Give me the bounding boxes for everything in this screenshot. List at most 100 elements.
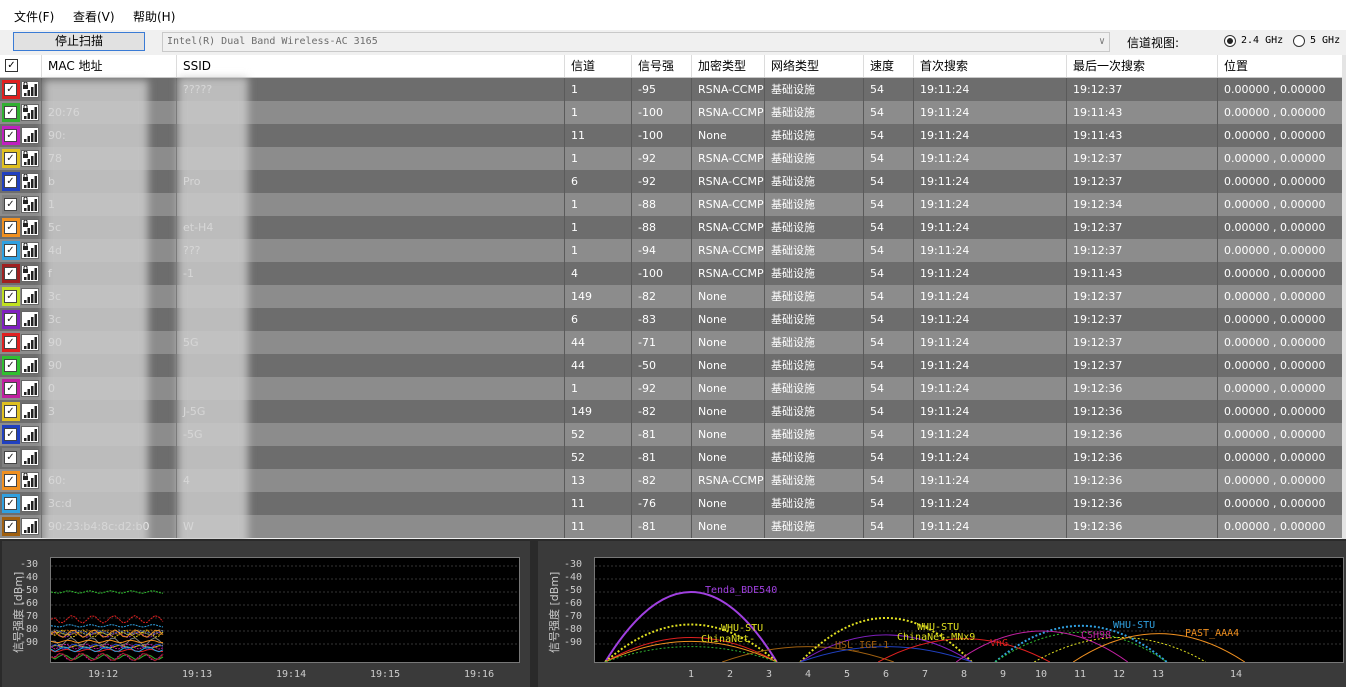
col-first-seen[interactable]: 首次搜索 — [913, 55, 1066, 77]
cell-channel: 13 — [564, 469, 631, 492]
cell-channel: 1 — [564, 216, 631, 239]
cell-pos: 0.00000 , 0.00000 — [1217, 262, 1342, 285]
cell-pos: 0.00000 , 0.00000 — [1217, 78, 1342, 101]
cell-signal: -50 — [631, 354, 691, 377]
adapter-select[interactable]: Intel(R) Dual Band Wireless-AC 3165 ∨ — [162, 32, 1110, 52]
cell-first: 19:11:24 — [913, 262, 1066, 285]
cell-type: 基础设施 — [764, 216, 863, 239]
cell-last: 19:12:37 — [1066, 285, 1217, 308]
row-color-checkbox[interactable]: ✓ — [2, 517, 20, 536]
row-color-checkbox[interactable]: ✓ — [2, 241, 20, 260]
select-all-checkbox[interactable]: ✓ — [5, 59, 18, 72]
cell-last: 19:11:43 — [1066, 101, 1217, 124]
checkmark-icon: ✓ — [4, 382, 17, 395]
menu-file[interactable]: 文件(F) — [14, 8, 54, 25]
cell-enc: None — [691, 423, 764, 446]
cell-signal: -71 — [631, 331, 691, 354]
cell-last: 19:11:43 — [1066, 124, 1217, 147]
checkmark-icon: ✓ — [4, 428, 17, 441]
cell-last: 19:12:36 — [1066, 492, 1217, 515]
time-graph-ytick: -70 — [20, 611, 39, 622]
row-color-checkbox[interactable]: ✓ — [2, 494, 20, 513]
channel-network-label: PAST_AAA4 — [1185, 628, 1239, 639]
cell-enc: RSNA-CCMP — [691, 239, 764, 262]
cell-last: 19:12:36 — [1066, 377, 1217, 400]
col-encryption[interactable]: 加密类型 — [691, 55, 764, 77]
band-5-label: 5 GHz — [1310, 35, 1341, 46]
inssider-window: 文件(F) 查看(V) 帮助(H) 停止扫描 Intel(R) Dual Ban… — [0, 0, 1346, 687]
row-color-checkbox[interactable]: ✓ — [2, 425, 20, 444]
row-color-checkbox[interactable]: ✓ — [2, 356, 20, 375]
row-color-checkbox[interactable]: ✓ — [2, 103, 20, 122]
cell-channel: 6 — [564, 170, 631, 193]
cell-signal: -92 — [631, 170, 691, 193]
row-color-checkbox[interactable]: ✓ — [2, 218, 20, 237]
col-mac[interactable]: MAC 地址 — [41, 55, 175, 77]
col-last-seen[interactable]: 最后一次搜索 — [1066, 55, 1217, 77]
cell-last: 19:11:43 — [1066, 262, 1217, 285]
signal-icon — [21, 127, 39, 144]
col-channel[interactable]: 信道 — [564, 55, 631, 77]
cell-last: 19:12:36 — [1066, 423, 1217, 446]
cell-signal: -88 — [631, 193, 691, 216]
cell-enc: None — [691, 354, 764, 377]
channel-graph-ytick: -80 — [564, 624, 583, 635]
row-color-checkbox[interactable]: ✓ — [2, 471, 20, 490]
time-graph-plot[interactable] — [50, 557, 520, 663]
channel-graph-plot[interactable]: Tenda_BDE540 WHU-STU ChinaNet- HSL_IGE-1 WHU… — [594, 557, 1344, 663]
row-color-checkbox[interactable]: ✓ — [2, 310, 20, 329]
cell-last: 19:12:36 — [1066, 446, 1217, 469]
cell-first: 19:11:24 — [913, 308, 1066, 331]
channel-graph-xtick: 14 — [1230, 669, 1243, 680]
table-scrollbar[interactable] — [1342, 55, 1346, 539]
time-graph-panel: 信号强度 [dBm] -30 -40 -50 -60 -70 -80 -90 19:12 19… — [2, 541, 530, 687]
band-24-radio[interactable] — [1224, 35, 1236, 47]
row-color-checkbox[interactable]: ✓ — [2, 448, 20, 467]
cell-enc: RSNA-CCMP — [691, 170, 764, 193]
col-location[interactable]: 位置 — [1217, 55, 1342, 77]
cell-type: 基础设施 — [764, 78, 863, 101]
signal-icon — [21, 495, 39, 512]
cell-last: 19:12:37 — [1066, 216, 1217, 239]
row-color-checkbox[interactable]: ✓ — [2, 172, 20, 191]
time-series-line — [50, 615, 164, 624]
signal-icon — [21, 334, 39, 351]
row-color-checkbox[interactable]: ✓ — [2, 379, 20, 398]
cell-pos: 0.00000 , 0.00000 — [1217, 354, 1342, 377]
row-color-checkbox[interactable]: ✓ — [2, 126, 20, 145]
cell-type: 基础设施 — [764, 469, 863, 492]
row-color-checkbox[interactable]: ✓ — [2, 195, 20, 214]
row-color-checkbox[interactable]: ✓ — [2, 333, 20, 352]
band-5-radio[interactable] — [1293, 35, 1305, 47]
col-signal[interactable]: 信号强 — [631, 55, 691, 77]
secured-signal-icon — [21, 81, 39, 98]
row-color-checkbox[interactable]: ✓ — [2, 149, 20, 168]
time-graph-ytick: -40 — [20, 572, 39, 583]
row-color-checkbox[interactable]: ✓ — [2, 287, 20, 306]
cell-speed: 54 — [863, 446, 913, 469]
signal-icon — [21, 288, 39, 305]
menu-view[interactable]: 查看(V) — [73, 8, 115, 25]
cell-enc: RSNA-CCMP — [691, 78, 764, 101]
cell-channel: 6 — [564, 308, 631, 331]
cell-speed: 54 — [863, 193, 913, 216]
signal-icon — [21, 449, 39, 466]
cell-last: 19:12:34 — [1066, 193, 1217, 216]
checkmark-icon: ✓ — [4, 474, 17, 487]
col-network-type[interactable]: 网络类型 — [764, 55, 863, 77]
menu-help[interactable]: 帮助(H) — [133, 8, 175, 25]
time-graph-ytick: -60 — [20, 598, 39, 609]
stop-scan-button[interactable]: 停止扫描 — [13, 32, 145, 51]
channel-curve — [605, 646, 777, 663]
menu-bar: 文件(F) 查看(V) 帮助(H) — [0, 0, 1346, 30]
cell-last: 19:12:37 — [1066, 308, 1217, 331]
col-speed[interactable]: 速度 — [863, 55, 913, 77]
channel-graph-ytick: -90 — [564, 637, 583, 648]
col-ssid[interactable]: SSID — [176, 55, 564, 77]
row-color-checkbox[interactable]: ✓ — [2, 402, 20, 421]
row-color-checkbox[interactable]: ✓ — [2, 80, 20, 99]
cell-pos: 0.00000 , 0.00000 — [1217, 193, 1342, 216]
row-color-checkbox[interactable]: ✓ — [2, 264, 20, 283]
cell-type: 基础设施 — [764, 492, 863, 515]
cell-signal: -94 — [631, 239, 691, 262]
